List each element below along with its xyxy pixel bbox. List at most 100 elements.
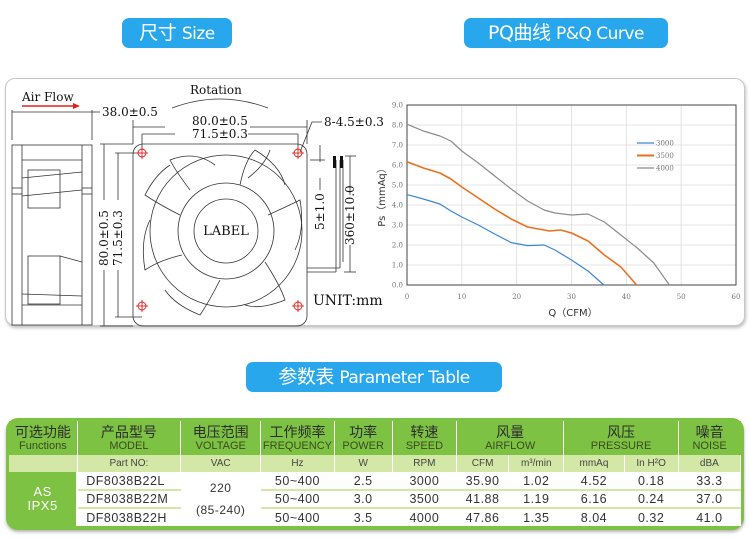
section-title-zh: PQ曲线 (488, 22, 551, 44)
legend-label: 3500 (656, 152, 674, 160)
m3-cell: 1.35 (508, 508, 564, 526)
pq-curve-chart: 0.0 1.0 2.0 3.0 4.0 5.0 6.0 7.0 8.0 9.0 0 10 20 30 40… (376, 102, 741, 320)
strip-length-dimension: 5±1.0 (313, 193, 327, 230)
power-cell: 3.5 (334, 508, 393, 526)
legend-label: 4000 (656, 165, 674, 173)
y-tick-label: 5.0 (392, 182, 403, 190)
chart-grid (406, 104, 737, 286)
y-tick-label: 9.0 (392, 102, 403, 110)
voltage-cell: 220 (85-240) (180, 472, 261, 526)
lead-length-dimension: 360±10.0 (343, 185, 357, 245)
table-row: AS IPX5 DF8038B22L 220 (85-240) 50~400 2.5… (9, 472, 741, 526)
unit-pressure-inh2o: In H²O (624, 455, 679, 472)
hole-spacing-vertical-dimension: 71.5±0.3 (111, 210, 125, 266)
section-title-zh: 尺寸 (139, 22, 177, 44)
fan-label: LABEL (203, 224, 249, 239)
header-pressure: 风压 PRESSURE (563, 421, 679, 455)
hole-spacing-dimension: 71.5±0.3 (192, 127, 248, 141)
section-title-en: Parameter Table (339, 368, 470, 388)
x-tick-label: 30 (567, 293, 576, 301)
unit-pressure-mmaq: mmAq (563, 455, 625, 472)
y-tick-label: 6.0 (392, 162, 403, 170)
m3-cell: 1.19 (508, 490, 564, 509)
m3-cell: 1.02 (508, 472, 564, 491)
x-tick-label: 50 (677, 293, 686, 301)
mmaq-cell: 4.52 (563, 472, 625, 491)
header-airflow: 风量 AIRFLOW (456, 421, 565, 455)
unit-model: Part NO: (77, 455, 182, 472)
y-tick-label: 0.0 (392, 282, 403, 290)
header-frequency: 工作频率 FREQUENCY (260, 421, 335, 455)
wire-end (340, 156, 343, 168)
y-tick-label: 2.0 (392, 242, 403, 250)
inh2o-cell: 0.24 (624, 490, 679, 509)
section-title-en: P&Q Curve (556, 24, 644, 44)
header-speed: 转速 SPEED (392, 421, 457, 455)
function-cell: AS IPX5 (9, 472, 79, 526)
table-row: DF8038B22H 50~400 3.5 4000 47.86 1.35 8.… (9, 508, 741, 526)
noise-cell: 33.3 (678, 472, 741, 491)
series-line-3500 (406, 161, 638, 286)
y-tick-label: 1.0 (392, 262, 403, 270)
unit-airflow-cfm: CFM (456, 455, 510, 472)
unit-airflow-m3: m³/min (508, 455, 565, 472)
y-tick-label: 8.0 (392, 122, 403, 130)
legend-label: 3000 (656, 140, 674, 148)
outer-width-dimension: 80.0±0.5 (192, 114, 248, 128)
depth-dimension: 38.0±0.5 (102, 105, 158, 119)
header-power: 功率 POWER (334, 421, 393, 455)
unit-noise: dBA (678, 455, 742, 472)
table-unit-row: Part NO: VAC Hz W RPM CFM m³/min mmAq In… (9, 455, 742, 472)
unit-functions (9, 455, 78, 472)
cfm-cell: 35.90 (456, 472, 509, 491)
unit-voltage: VAC (180, 455, 262, 472)
mount-hole-icon (136, 147, 148, 159)
model-cell: DF8038B22H (77, 508, 181, 526)
section-title-parameter-table: 参数表 Parameter Table (246, 362, 502, 392)
frequency-cell: 50~400 (260, 490, 335, 509)
section-title-zh: 参数表 (278, 366, 334, 388)
cfm-cell: 47.86 (456, 508, 509, 526)
x-tick-label: 20 (512, 293, 521, 301)
model-cell: DF8038B22M (77, 490, 181, 509)
chart-legend: 3000 3500 4000 (637, 140, 674, 173)
y-tick-label: 7.0 (392, 142, 403, 150)
section-title-en: Size (181, 24, 215, 44)
table-row: DF8038B22M 50~400 3.0 3500 41.88 1.19 6.… (9, 490, 741, 509)
wire-end (333, 156, 336, 168)
series-line-3000 (406, 194, 605, 286)
section-title-pq-curve: PQ曲线 P&Q Curve (464, 18, 668, 48)
mount-hole-icon (136, 300, 148, 312)
frequency-cell: 50~400 (260, 472, 335, 491)
y-tick-label: 4.0 (392, 202, 403, 210)
model-cell: DF8038B22L (77, 472, 181, 491)
noise-cell: 41.0 (678, 508, 741, 526)
airflow-arrowhead (73, 103, 80, 109)
x-tick-label: 10 (457, 293, 466, 301)
inh2o-cell: 0.32 (624, 508, 679, 526)
rotation-arrow (171, 98, 269, 109)
section-title-size: 尺寸 Size (122, 18, 232, 48)
x-tick-label: 40 (622, 293, 631, 301)
outer-height-dimension: 80.0±0.5 (97, 210, 111, 266)
frequency-cell: 50~400 (260, 508, 335, 526)
power-cell: 3.0 (334, 490, 393, 509)
speed-cell: 3000 (392, 472, 457, 491)
parameter-table: 可选功能 Functions 产品型号 MODEL 电压范围 VOLTAGE 工作频率… (6, 418, 744, 530)
x-axis-label: Q（CFM） (548, 307, 597, 319)
y-tick-label: 3.0 (392, 222, 403, 230)
x-tick-label: 60 (732, 293, 741, 301)
header-functions: 可选功能 Functions (9, 421, 78, 455)
speed-cell: 3500 (392, 490, 457, 509)
header-noise: 噪音 NOISE (678, 421, 741, 455)
air-flow-label: Air Flow (21, 90, 74, 104)
x-tick-label: 0 (405, 293, 409, 301)
mmaq-cell: 6.16 (563, 490, 625, 509)
unit-speed: RPM (392, 455, 457, 472)
header-voltage: 电压范围 VOLTAGE (180, 421, 262, 455)
header-model: 产品型号 MODEL (77, 421, 182, 455)
power-cell: 2.5 (334, 472, 393, 491)
mount-hole-icon (292, 147, 304, 159)
inh2o-cell: 0.18 (624, 472, 679, 491)
speed-cell: 4000 (392, 508, 457, 526)
